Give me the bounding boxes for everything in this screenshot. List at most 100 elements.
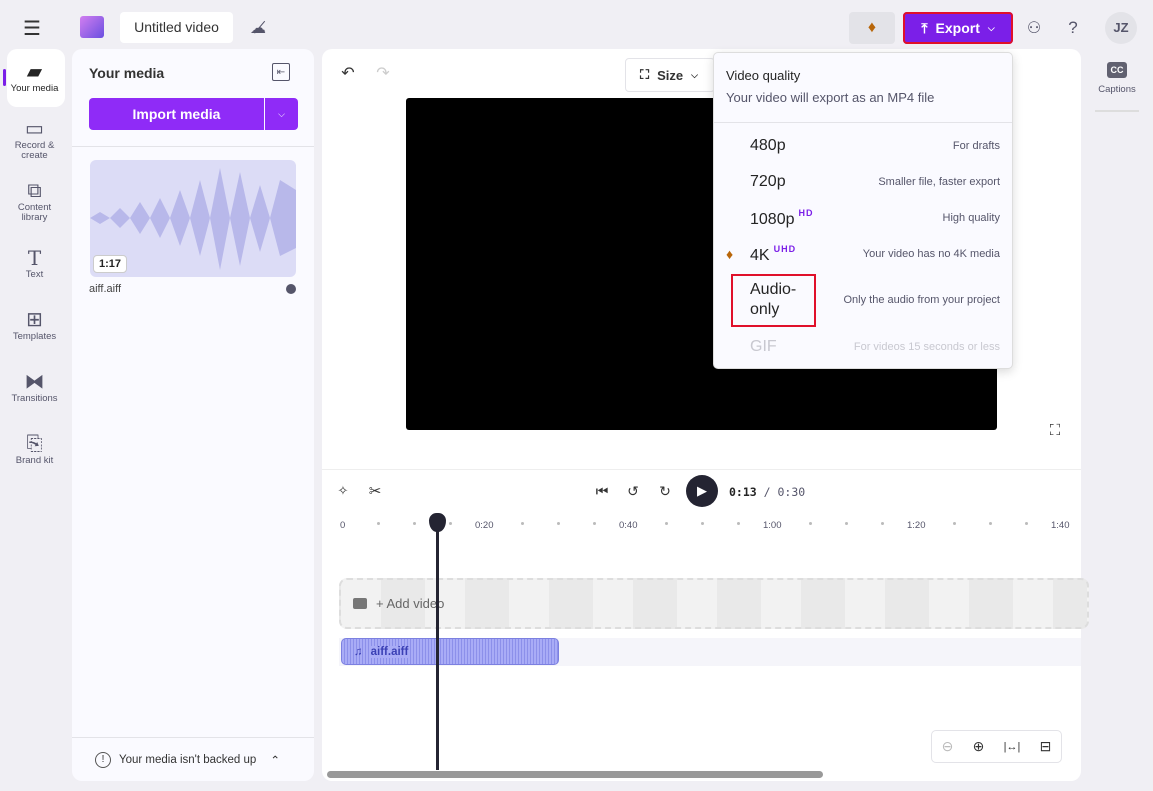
app-logo bbox=[80, 16, 104, 38]
uhd-badge: UHD bbox=[773, 243, 797, 254]
quality-option-1080p[interactable]: 1080p HD High quality bbox=[714, 200, 1012, 236]
play-button[interactable]: ▶ bbox=[686, 475, 718, 507]
backup-status[interactable]: ! Your media isn't backed up ⌃ bbox=[95, 752, 280, 768]
project-title[interactable]: Untitled video bbox=[120, 12, 233, 43]
nav-record-create[interactable]: ▭ Record & create bbox=[4, 117, 65, 161]
folder-icon: ▰ bbox=[26, 61, 43, 83]
add-video-label: + Add video bbox=[376, 596, 445, 611]
current-time: 0:13 bbox=[729, 485, 757, 499]
nav-brand-kit[interactable]: ⎘ Brand kit bbox=[4, 432, 65, 466]
tick-dot bbox=[593, 522, 596, 525]
zoom-out-icon[interactable]: ⊖ bbox=[942, 738, 954, 755]
quality-option-720p[interactable]: 720p Smaller file, faster export bbox=[714, 164, 1012, 200]
tick-dot bbox=[845, 522, 848, 525]
nav-label: Transitions bbox=[11, 393, 58, 404]
add-video-track[interactable]: + Add video bbox=[339, 578, 1089, 629]
collapse-panel-icon[interactable]: ⇤ bbox=[272, 63, 290, 81]
nav-label: Record & create bbox=[14, 140, 55, 161]
tick-dot bbox=[953, 522, 956, 525]
library-icon: ⧉ bbox=[27, 180, 42, 202]
export-quality-menu: Video quality Your video will export as … bbox=[713, 52, 1013, 369]
tick-dot bbox=[665, 522, 668, 525]
captions-label: Captions bbox=[1098, 84, 1136, 95]
rewind-5-icon[interactable]: ↺ bbox=[624, 482, 642, 500]
export-button[interactable]: ⤒ Export ⌵ bbox=[903, 12, 1013, 44]
nav-label: Your media bbox=[10, 83, 59, 94]
time-readout: 0:13 / 0:30 bbox=[729, 485, 805, 499]
import-dropdown-button[interactable]: ⌵ bbox=[265, 98, 298, 130]
scissors-icon[interactable]: ✂ bbox=[366, 482, 384, 500]
nav-your-media[interactable]: ▰ Your media bbox=[4, 60, 65, 94]
duration-badge: 1:17 bbox=[93, 255, 128, 273]
tick-label: 1:00 bbox=[763, 520, 782, 531]
nav-templates[interactable]: ⊞ Templates bbox=[4, 308, 65, 342]
tick-label: 1:20 bbox=[907, 520, 926, 531]
option-desc: Smaller file, faster export bbox=[878, 176, 1000, 188]
nav-label: Content library bbox=[17, 202, 52, 223]
upload-icon: ⤒ bbox=[921, 19, 928, 36]
divider bbox=[72, 146, 314, 147]
magic-icon[interactable]: ✧ bbox=[334, 482, 352, 500]
film-icon bbox=[353, 598, 367, 609]
fullscreen-icon[interactable]: ⛶ bbox=[1046, 421, 1064, 439]
option-name-wrap: 1080p HD bbox=[750, 208, 814, 229]
option-desc: For drafts bbox=[952, 140, 1000, 152]
brand-kit-icon: ⎘ bbox=[26, 433, 43, 455]
tick-dot bbox=[701, 522, 704, 525]
export-label: Export bbox=[935, 20, 980, 36]
fit-timeline-icon[interactable]: ⊟ bbox=[1040, 738, 1052, 755]
size-label: Size bbox=[657, 67, 684, 83]
cc-icon: CC bbox=[1107, 62, 1127, 78]
tick-label: 0:40 bbox=[619, 520, 638, 531]
option-name: GIF bbox=[750, 338, 777, 355]
tick-dot bbox=[557, 522, 560, 525]
redo-icon[interactable]: ↷ bbox=[373, 63, 393, 83]
zoom-controls: ⊖ ⊕ |↔| ⊟ bbox=[931, 730, 1062, 763]
avatar[interactable]: JZ bbox=[1105, 12, 1137, 44]
nav-transitions[interactable]: ⧓ Transitions bbox=[4, 370, 65, 404]
import-media-button[interactable]: Import media bbox=[89, 98, 264, 130]
quality-option-gif[interactable]: GIF For videos 15 seconds or less bbox=[714, 329, 1012, 365]
horizontal-scrollbar[interactable] bbox=[327, 771, 823, 778]
check-icon bbox=[286, 284, 296, 294]
nav-label: Templates bbox=[12, 331, 57, 342]
zoom-in-icon[interactable]: ⊕ bbox=[973, 738, 985, 755]
option-name: 480p bbox=[750, 137, 786, 154]
cloud-off-icon[interactable]: ☁̸ bbox=[246, 16, 270, 40]
tick-dot bbox=[449, 522, 452, 525]
chevron-down-icon: ⌵ bbox=[987, 22, 995, 33]
text-icon: T bbox=[27, 246, 42, 270]
quality-option-4k[interactable]: ♦ 4K UHD Your video has no 4K media bbox=[714, 236, 1012, 272]
divider bbox=[72, 737, 314, 738]
skip-to-start-icon[interactable]: ⏮ bbox=[593, 482, 611, 500]
backup-text: Your media isn't backed up bbox=[119, 754, 257, 766]
templates-icon: ⊞ bbox=[26, 309, 43, 331]
crop-icon: ⛶ bbox=[640, 67, 650, 82]
tick-dot bbox=[737, 522, 740, 525]
tick-dot bbox=[377, 522, 380, 525]
menu-icon[interactable]: ☰ bbox=[20, 16, 44, 40]
audio-clip[interactable]: ♫ aiff.aiff bbox=[341, 638, 559, 665]
quality-option-480p[interactable]: 480p For drafts bbox=[714, 128, 1012, 164]
media-thumbnail[interactable]: 1:17 bbox=[90, 160, 296, 277]
captions-button[interactable]: CC Captions bbox=[1093, 62, 1141, 95]
option-name: Audio-only bbox=[750, 281, 797, 318]
premium-button[interactable]: ♦ bbox=[849, 12, 895, 44]
nav-content-library[interactable]: ⧉ Content library bbox=[4, 179, 65, 223]
option-desc: High quality bbox=[942, 212, 1000, 224]
divider bbox=[1095, 110, 1139, 112]
help-icon[interactable]: ? bbox=[1062, 16, 1084, 40]
transitions-icon: ⧓ bbox=[24, 371, 45, 393]
option-desc: Your video has no 4K media bbox=[862, 248, 1000, 260]
playhead[interactable] bbox=[436, 514, 439, 770]
size-button[interactable]: ⛶ Size ⌵ bbox=[625, 58, 715, 92]
hd-badge: HD bbox=[798, 207, 814, 218]
undo-icon[interactable]: ↶ bbox=[338, 63, 358, 83]
fit-width-icon[interactable]: |↔| bbox=[1004, 741, 1021, 753]
option-name: 720p bbox=[750, 173, 786, 190]
nav-text[interactable]: T Text bbox=[4, 246, 65, 280]
tick-label: 1:40 bbox=[1051, 520, 1070, 531]
quality-option-audio-only[interactable]: Audio-only Only the audio from your proje… bbox=[714, 273, 1012, 327]
share-people-icon[interactable]: ⚇ bbox=[1022, 16, 1046, 40]
forward-5-icon[interactable]: ↻ bbox=[656, 482, 674, 500]
